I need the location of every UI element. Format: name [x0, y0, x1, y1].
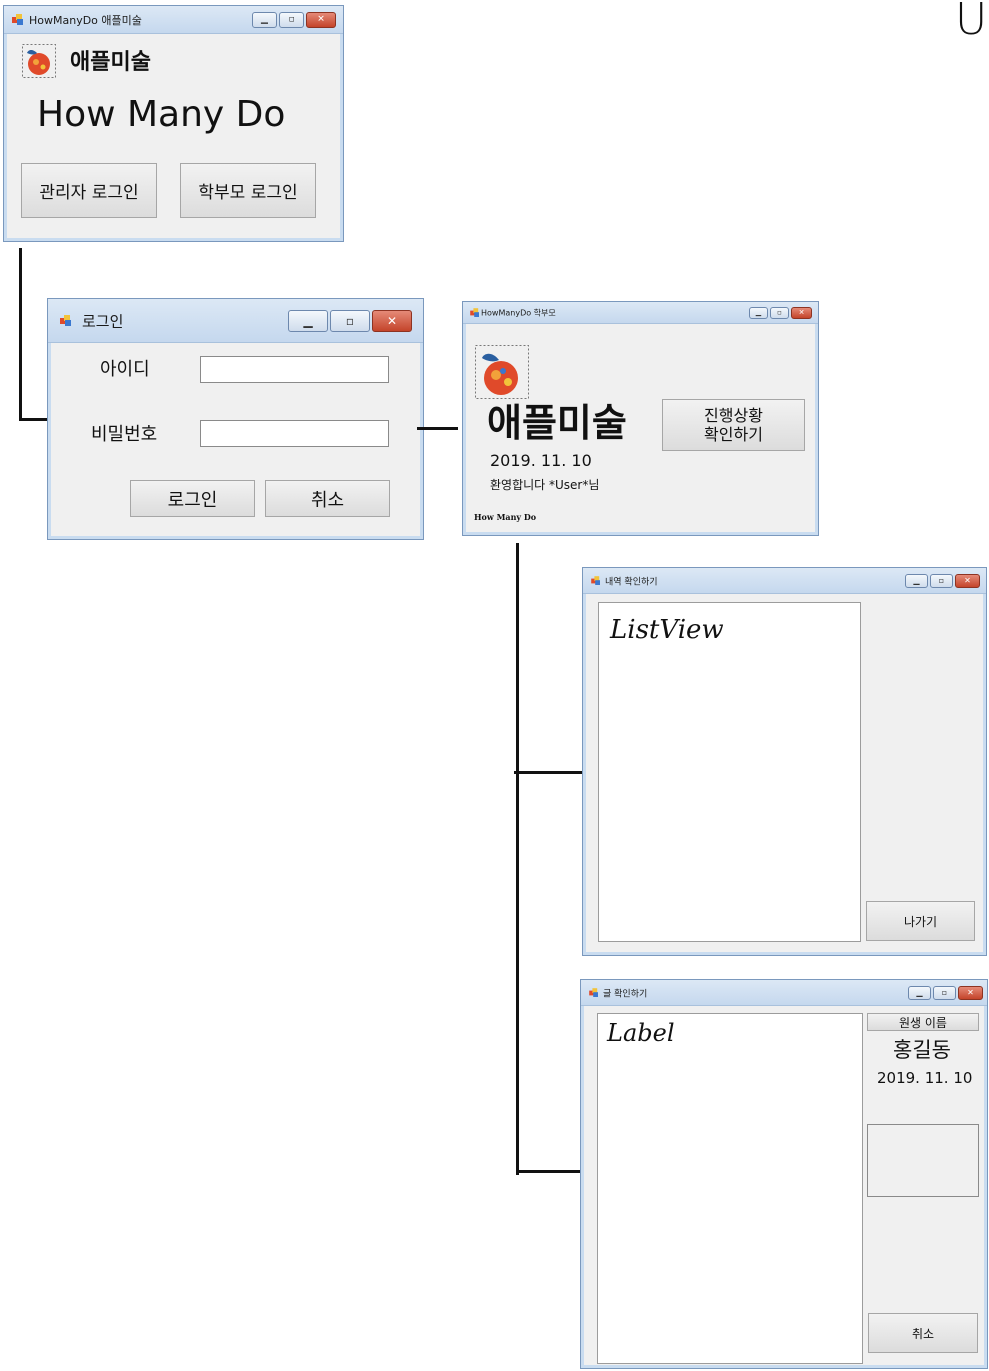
- history-window-titlebar: 내역 확인하기 ▁ ▫ ✕: [583, 568, 986, 594]
- connector-line: [516, 543, 519, 1175]
- minimize-button[interactable]: ▁: [288, 309, 328, 332]
- parent-window: HowManyDo 학부모 ▁ ▫ ✕ 애플미술 진행상황 확인하기 2019.…: [462, 301, 819, 536]
- maximize-icon: ▫: [938, 575, 945, 585]
- maximize-button[interactable]: ▫: [770, 306, 789, 319]
- app-icon: [60, 314, 72, 327]
- parent-login-button[interactable]: 학부모 로그인: [180, 163, 316, 218]
- brand-label: 애플미술: [70, 50, 151, 75]
- minimize-icon: ▁: [261, 14, 268, 24]
- window-title: 글 확인하기: [603, 989, 648, 999]
- welcome-label: 환영합니다 *User*님: [490, 478, 600, 492]
- corner-handwritten-mark: U: [955, 0, 988, 45]
- close-icon: ✕: [386, 313, 398, 328]
- cancel-button[interactable]: 취소: [265, 480, 390, 517]
- connector-line: [417, 427, 458, 430]
- app-icon: [12, 13, 24, 26]
- app-icon: [591, 575, 601, 586]
- maximize-button[interactable]: ▫: [279, 11, 304, 28]
- apple-logo-icon: [475, 345, 529, 399]
- main-window-titlebar: HowManyDo 애플미술 ▁ ▫ ✕: [4, 6, 343, 34]
- close-button[interactable]: ✕: [372, 309, 412, 332]
- student-name-header: 원생 이름: [867, 1013, 979, 1031]
- window-title: 내역 확인하기: [605, 577, 658, 587]
- close-button[interactable]: ✕: [791, 306, 812, 319]
- parent-window-titlebar: HowManyDo 학부모 ▁ ▫ ✕: [463, 302, 818, 324]
- check-progress-button[interactable]: 진행상황 확인하기: [662, 399, 805, 451]
- post-cancel-button[interactable]: 취소: [868, 1313, 978, 1353]
- minimize-icon: ▁: [303, 313, 313, 328]
- close-button[interactable]: ✕: [958, 985, 983, 1000]
- close-button[interactable]: ✕: [955, 573, 980, 588]
- window-title: HowManyDo 학부모: [481, 308, 556, 317]
- connector-line: [19, 248, 22, 421]
- connector-line: [19, 418, 47, 421]
- id-label: 아이디: [100, 359, 150, 380]
- post-window: 글 확인하기 ▁ ▫ ✕ Label 원생 이름 홍길동 2019. 11. 1…: [580, 979, 988, 1369]
- date-label: 2019. 11. 10: [490, 451, 592, 470]
- window-title: 로그인: [82, 312, 124, 330]
- login-window-titlebar: 로그인 ▁ ▫ ✕: [48, 299, 423, 343]
- post-content-label: Label: [597, 1013, 863, 1364]
- photo-box: [867, 1124, 979, 1197]
- history-listview[interactable]: ListView: [598, 602, 861, 942]
- minimize-button[interactable]: ▁: [749, 306, 768, 319]
- minimize-button[interactable]: ▁: [905, 573, 928, 588]
- password-input[interactable]: [200, 420, 389, 447]
- maximize-button[interactable]: ▫: [930, 573, 953, 588]
- close-icon: ✕: [798, 308, 805, 316]
- student-name: 홍길동: [893, 1038, 951, 1062]
- history-window: 내역 확인하기 ▁ ▫ ✕ ListView 나가기: [582, 567, 987, 956]
- close-icon: ✕: [967, 987, 974, 997]
- app-heading: How Many Do: [37, 94, 286, 135]
- exit-button[interactable]: 나가기: [866, 901, 975, 941]
- footer-label: How Many Do: [474, 512, 537, 522]
- maximize-icon: ▫: [345, 313, 355, 328]
- connector-line: [516, 1170, 580, 1173]
- app-icon: [470, 307, 480, 318]
- admin-login-button[interactable]: 관리자 로그인: [21, 163, 157, 218]
- main-window: HowManyDo 애플미술 ▁ ▫ ✕ 애플미술 How Many Do 관리…: [3, 5, 344, 242]
- label-placeholder-note: Label: [607, 1019, 675, 1047]
- listview-placeholder-note: ListView: [610, 615, 724, 645]
- maximize-icon: ▫: [941, 987, 948, 997]
- window-title: HowManyDo 애플미술: [29, 13, 142, 27]
- minimize-icon: ▁: [913, 575, 920, 585]
- post-window-titlebar: 글 확인하기 ▁ ▫ ✕: [581, 980, 987, 1006]
- close-button[interactable]: ✕: [306, 11, 336, 28]
- app-icon: [589, 987, 599, 998]
- minimize-icon: ▁: [755, 308, 762, 316]
- maximize-icon: ▫: [288, 14, 295, 24]
- apple-logo-icon: [22, 44, 56, 78]
- post-date: 2019. 11. 10: [877, 1069, 973, 1087]
- check-progress-line2: 확인하기: [704, 425, 763, 444]
- login-window: 로그인 ▁ ▫ ✕ 아이디 비밀번호 로그인 취소: [47, 298, 424, 540]
- password-label: 비밀번호: [91, 424, 158, 445]
- check-progress-line1: 진행상황: [704, 405, 763, 425]
- maximize-button[interactable]: ▫: [933, 985, 956, 1000]
- close-icon: ✕: [317, 14, 325, 24]
- brand-label: 애플미술: [487, 401, 627, 445]
- id-input[interactable]: [200, 356, 389, 383]
- login-button[interactable]: 로그인: [130, 480, 255, 517]
- maximize-icon: ▫: [777, 308, 782, 316]
- maximize-button[interactable]: ▫: [330, 309, 370, 332]
- minimize-button[interactable]: ▁: [252, 11, 277, 28]
- minimize-icon: ▁: [916, 987, 923, 997]
- close-icon: ✕: [964, 575, 971, 585]
- minimize-button[interactable]: ▁: [908, 985, 931, 1000]
- connector-line: [514, 771, 582, 774]
